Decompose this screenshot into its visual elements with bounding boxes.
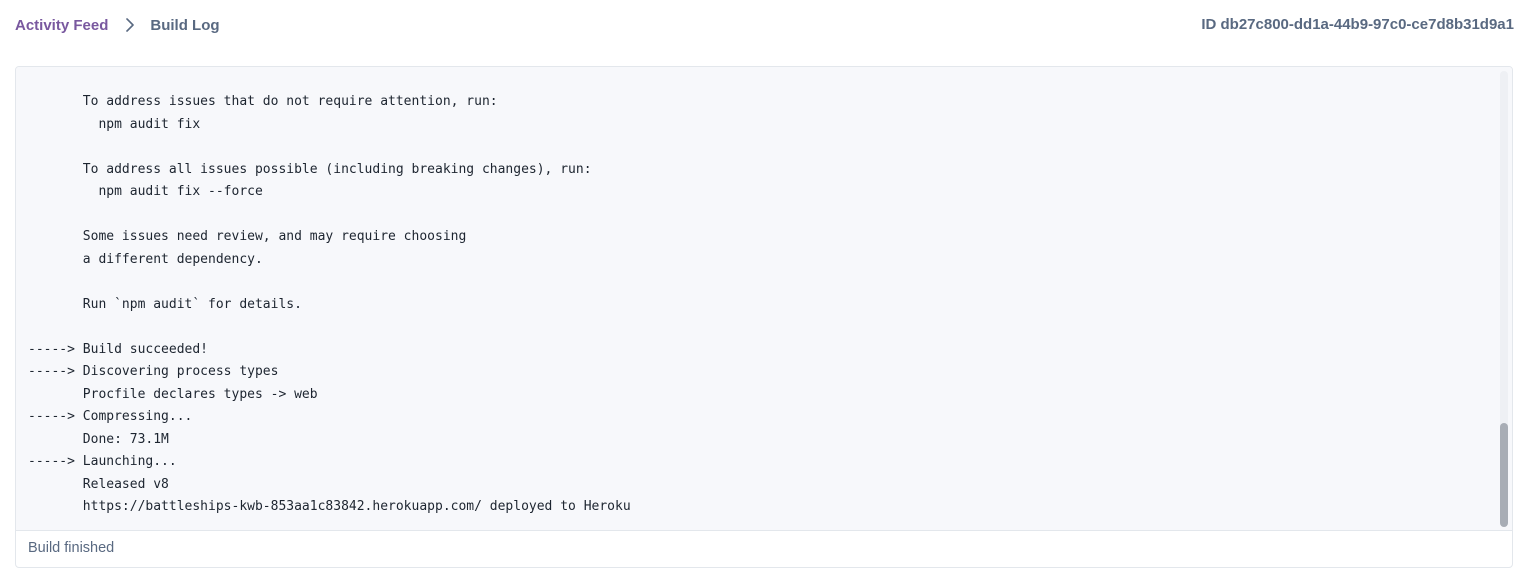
- log-line: npm audit fix: [28, 116, 201, 132]
- log-line: [28, 271, 631, 294]
- log-line: https://battleships-kwb-853aa1c83842.her…: [28, 499, 631, 514]
- breadcrumb-activity-feed-link[interactable]: Activity Feed: [15, 17, 108, 34]
- log-scrollbar-thumb[interactable]: [1500, 423, 1508, 527]
- breadcrumb: Activity Feed Build Log: [15, 16, 220, 34]
- build-log-panel: To address issues that do not require at…: [15, 66, 1513, 568]
- log-line: -----> Build succeeded!: [28, 341, 209, 357]
- build-log-lines: To address issues that do not require at…: [28, 91, 631, 519]
- log-line: [28, 316, 631, 339]
- log-line: npm audit fix --force: [28, 184, 263, 199]
- log-line: Procfile declares types -> web: [28, 386, 318, 402]
- log-line: To address all issues possible (includin…: [28, 161, 592, 177]
- log-line: To address issues that do not require at…: [28, 94, 498, 109]
- build-status-bar: Build finished: [16, 531, 1512, 567]
- log-line: Released v8: [28, 476, 169, 492]
- log-line: -----> Compressing...: [28, 409, 193, 424]
- build-id-label: ID db27c800-dd1a-44b9-97c0-ce7d8b31d9a1: [1201, 16, 1514, 33]
- build-status-text: Build finished: [28, 540, 115, 556]
- chevron-right-icon: [126, 18, 135, 32]
- log-line: Some issues need review, and may require…: [28, 229, 467, 244]
- log-line: Run `npm audit` for details.: [28, 296, 302, 312]
- log-scrollbar-track[interactable]: [1500, 71, 1508, 527]
- log-line: a different dependency.: [28, 251, 263, 267]
- log-line: [28, 204, 631, 227]
- log-line: Done: 73.1M: [28, 431, 169, 447]
- breadcrumb-current-build-log: Build Log: [150, 16, 220, 34]
- page-header: Activity Feed Build Log ID db27c800-dd1a…: [0, 0, 1519, 52]
- log-line: [28, 136, 631, 159]
- log-line: -----> Launching...: [28, 454, 177, 469]
- build-log-output[interactable]: To address issues that do not require at…: [16, 67, 1512, 531]
- log-line: -----> Discovering process types: [28, 364, 279, 379]
